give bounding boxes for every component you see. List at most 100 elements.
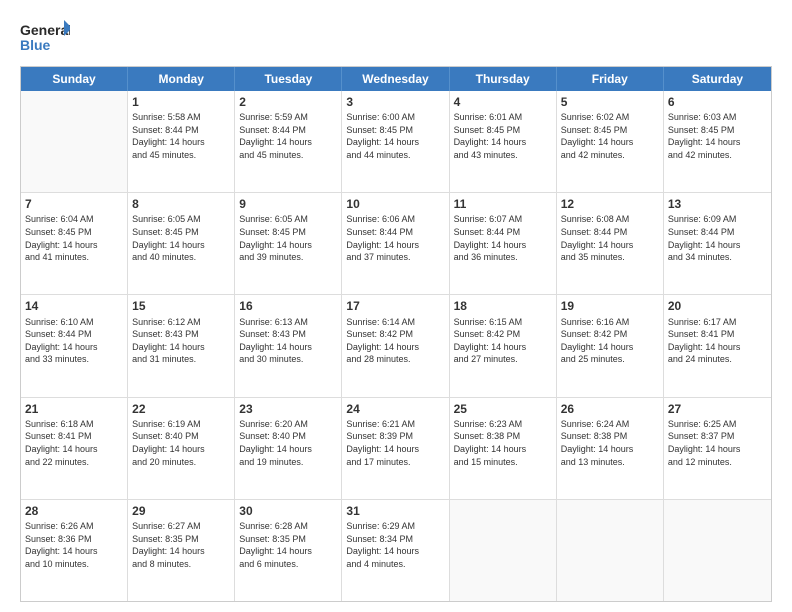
day-number: 8 [132,196,230,212]
svg-text:Blue: Blue [20,37,51,53]
calendar-cell: 20 Sunrise: 6:17 AMSunset: 8:41 PMDayligh… [664,295,771,396]
calendar-body: 1Sunrise: 5:58 AMSunset: 8:44 PMDaylight… [21,91,771,601]
calendar-cell [21,91,128,192]
day-number: 19 [561,298,659,314]
calendar-header-day: Sunday [21,67,128,91]
cell-info: Sunrise: 6:13 AMSunset: 8:43 PMDaylight:… [239,316,337,366]
day-number: 28 [25,503,123,519]
day-number: 20 [668,298,767,314]
day-number: 29 [132,503,230,519]
day-number: 23 [239,401,337,417]
calendar-cell: 10Sunrise: 6:06 AMSunset: 8:44 PMDayligh… [342,193,449,294]
calendar-row: 7Sunrise: 6:04 AMSunset: 8:45 PMDaylight… [21,193,771,295]
cell-info: Sunrise: 6:06 AMSunset: 8:44 PMDaylight:… [346,213,444,263]
calendar-cell: 23Sunrise: 6:20 AMSunset: 8:40 PMDayligh… [235,398,342,499]
calendar-cell: 11Sunrise: 6:07 AMSunset: 8:44 PMDayligh… [450,193,557,294]
calendar-cell: 30Sunrise: 6:28 AMSunset: 8:35 PMDayligh… [235,500,342,601]
calendar-row: 1Sunrise: 5:58 AMSunset: 8:44 PMDaylight… [21,91,771,193]
calendar-cell: 25Sunrise: 6:23 AMSunset: 8:38 PMDayligh… [450,398,557,499]
calendar-cell: 31Sunrise: 6:29 AMSunset: 8:34 PMDayligh… [342,500,449,601]
day-number: 6 [668,94,767,110]
day-number: 15 [132,298,230,314]
calendar-cell: 28Sunrise: 6:26 AMSunset: 8:36 PMDayligh… [21,500,128,601]
cell-info: Sunrise: 6:09 AMSunset: 8:44 PMDaylight:… [668,213,767,263]
day-number: 14 [25,298,123,314]
cell-info: Sunrise: 6:14 AMSunset: 8:42 PMDaylight:… [346,316,444,366]
cell-info: Sunrise: 6:17 AMSunset: 8:41 PMDaylight:… [668,316,767,366]
day-number: 5 [561,94,659,110]
cell-info: Sunrise: 6:29 AMSunset: 8:34 PMDaylight:… [346,520,444,570]
calendar-header: SundayMondayTuesdayWednesdayThursdayFrid… [21,67,771,91]
calendar-cell: 6Sunrise: 6:03 AMSunset: 8:45 PMDaylight… [664,91,771,192]
calendar-row: 21Sunrise: 6:18 AMSunset: 8:41 PMDayligh… [21,398,771,500]
cell-info: Sunrise: 5:59 AMSunset: 8:44 PMDaylight:… [239,111,337,161]
cell-info: Sunrise: 6:20 AMSunset: 8:40 PMDaylight:… [239,418,337,468]
calendar-row: 28Sunrise: 6:26 AMSunset: 8:36 PMDayligh… [21,500,771,601]
cell-info: Sunrise: 6:23 AMSunset: 8:38 PMDaylight:… [454,418,552,468]
cell-info: Sunrise: 6:10 AMSunset: 8:44 PMDaylight:… [25,316,123,366]
day-number: 9 [239,196,337,212]
cell-info: Sunrise: 6:12 AMSunset: 8:43 PMDaylight:… [132,316,230,366]
day-number: 11 [454,196,552,212]
calendar-header-day: Thursday [450,67,557,91]
cell-info: Sunrise: 6:04 AMSunset: 8:45 PMDaylight:… [25,213,123,263]
day-number: 17 [346,298,444,314]
calendar-cell: 4Sunrise: 6:01 AMSunset: 8:45 PMDaylight… [450,91,557,192]
calendar-cell: 8Sunrise: 6:05 AMSunset: 8:45 PMDaylight… [128,193,235,294]
day-number: 26 [561,401,659,417]
calendar-cell: 3Sunrise: 6:00 AMSunset: 8:45 PMDaylight… [342,91,449,192]
day-number: 31 [346,503,444,519]
calendar-cell: 26Sunrise: 6:24 AMSunset: 8:38 PMDayligh… [557,398,664,499]
calendar-header-day: Tuesday [235,67,342,91]
cell-info: Sunrise: 6:28 AMSunset: 8:35 PMDaylight:… [239,520,337,570]
calendar-cell: 9Sunrise: 6:05 AMSunset: 8:45 PMDaylight… [235,193,342,294]
day-number: 21 [25,401,123,417]
svg-text:General: General [20,22,70,38]
cell-info: Sunrise: 6:02 AMSunset: 8:45 PMDaylight:… [561,111,659,161]
calendar-header-day: Friday [557,67,664,91]
cell-info: Sunrise: 6:00 AMSunset: 8:45 PMDaylight:… [346,111,444,161]
day-number: 16 [239,298,337,314]
cell-info: Sunrise: 6:03 AMSunset: 8:45 PMDaylight:… [668,111,767,161]
calendar-cell: 13Sunrise: 6:09 AMSunset: 8:44 PMDayligh… [664,193,771,294]
day-number: 13 [668,196,767,212]
cell-info: Sunrise: 6:15 AMSunset: 8:42 PMDaylight:… [454,316,552,366]
cell-info: Sunrise: 6:26 AMSunset: 8:36 PMDaylight:… [25,520,123,570]
calendar-cell: 19 Sunrise: 6:16 AMSunset: 8:42 PMDayligh… [557,295,664,396]
calendar-cell: 1Sunrise: 5:58 AMSunset: 8:44 PMDaylight… [128,91,235,192]
calendar-cell: 17 Sunrise: 6:14 AMSunset: 8:42 PMDayligh… [342,295,449,396]
calendar-cell: 24Sunrise: 6:21 AMSunset: 8:39 PMDayligh… [342,398,449,499]
day-number: 12 [561,196,659,212]
calendar-header-day: Saturday [664,67,771,91]
day-number: 4 [454,94,552,110]
calendar-cell: 22Sunrise: 6:19 AMSunset: 8:40 PMDayligh… [128,398,235,499]
cell-info: Sunrise: 6:25 AMSunset: 8:37 PMDaylight:… [668,418,767,468]
calendar-header-day: Wednesday [342,67,449,91]
day-number: 10 [346,196,444,212]
calendar-cell [664,500,771,601]
calendar-cell: 14 Sunrise: 6:10 AMSunset: 8:44 PMDayligh… [21,295,128,396]
calendar-cell [450,500,557,601]
calendar-cell: 15 Sunrise: 6:12 AMSunset: 8:43 PMDayligh… [128,295,235,396]
cell-info: Sunrise: 6:27 AMSunset: 8:35 PMDaylight:… [132,520,230,570]
calendar-cell: 27Sunrise: 6:25 AMSunset: 8:37 PMDayligh… [664,398,771,499]
calendar-row: 14 Sunrise: 6:10 AMSunset: 8:44 PMDayligh… [21,295,771,397]
cell-info: Sunrise: 6:01 AMSunset: 8:45 PMDaylight:… [454,111,552,161]
calendar-cell: 21Sunrise: 6:18 AMSunset: 8:41 PMDayligh… [21,398,128,499]
calendar-cell [557,500,664,601]
cell-info: Sunrise: 6:16 AMSunset: 8:42 PMDaylight:… [561,316,659,366]
calendar-cell: 5Sunrise: 6:02 AMSunset: 8:45 PMDaylight… [557,91,664,192]
day-number: 27 [668,401,767,417]
cell-info: Sunrise: 6:24 AMSunset: 8:38 PMDaylight:… [561,418,659,468]
calendar-cell: 7Sunrise: 6:04 AMSunset: 8:45 PMDaylight… [21,193,128,294]
calendar-cell: 29Sunrise: 6:27 AMSunset: 8:35 PMDayligh… [128,500,235,601]
day-number: 30 [239,503,337,519]
day-number: 3 [346,94,444,110]
cell-info: Sunrise: 6:08 AMSunset: 8:44 PMDaylight:… [561,213,659,263]
cell-info: Sunrise: 6:21 AMSunset: 8:39 PMDaylight:… [346,418,444,468]
day-number: 2 [239,94,337,110]
calendar-cell: 18Sunrise: 6:15 AMSunset: 8:42 PMDayligh… [450,295,557,396]
calendar-header-day: Monday [128,67,235,91]
day-number: 7 [25,196,123,212]
calendar-cell: 2Sunrise: 5:59 AMSunset: 8:44 PMDaylight… [235,91,342,192]
